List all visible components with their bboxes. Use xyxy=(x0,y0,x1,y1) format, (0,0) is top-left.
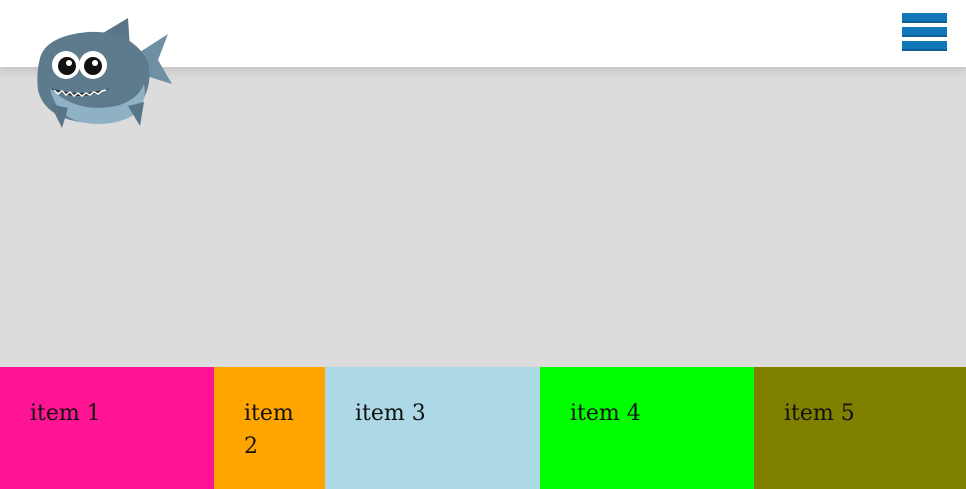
item-5-label: item 5 xyxy=(784,401,855,426)
item-3-label: item 3 xyxy=(355,401,426,426)
shark-logo-icon xyxy=(36,18,174,130)
page: item 1 item 2 item 3 item 4 item 5 xyxy=(0,0,966,489)
menu-bar-top xyxy=(902,13,947,23)
hamburger-menu-button[interactable] xyxy=(902,13,947,52)
menu-bar-middle xyxy=(902,27,947,37)
menu-bar-bottom xyxy=(902,41,947,51)
item-5: item 5 xyxy=(754,367,966,489)
items-row: item 1 item 2 item 3 item 4 item 5 xyxy=(0,367,966,489)
item-4-label: item 4 xyxy=(570,401,641,426)
item-1: item 1 xyxy=(0,367,214,489)
item-3: item 3 xyxy=(325,367,540,489)
item-2-label: item 2 xyxy=(244,401,294,459)
item-4: item 4 xyxy=(540,367,754,489)
item-2: item 2 xyxy=(214,367,325,489)
item-1-label: item 1 xyxy=(30,401,101,426)
